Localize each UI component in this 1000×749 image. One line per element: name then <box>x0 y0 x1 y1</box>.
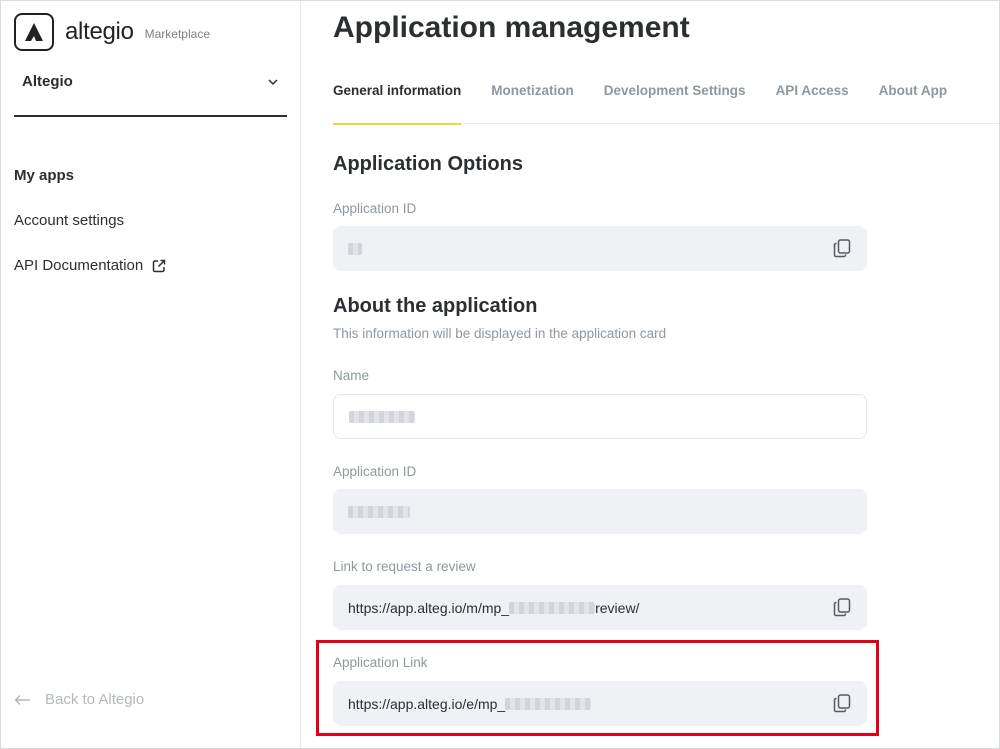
brand-logo[interactable]: altegio Marketplace <box>14 13 210 51</box>
sidebar: altegio Marketplace Altegio My apps Acco… <box>1 1 301 748</box>
review-link-prefix: https://app.alteg.io/m/mp_ <box>348 599 510 616</box>
tab-general-information[interactable]: General information <box>333 71 462 125</box>
redacted-value <box>509 601 596 614</box>
redacted-value <box>349 410 415 423</box>
brand-subtitle: Marketplace <box>144 27 210 41</box>
main-content: Application management General informati… <box>302 1 999 748</box>
sidebar-item-account-settings[interactable]: Account settings <box>14 198 167 243</box>
name-input[interactable] <box>333 394 867 439</box>
review-link-field[interactable]: https://app.alteg.io/m/mp_ review/ <box>333 585 867 630</box>
copy-icon[interactable] <box>833 239 851 261</box>
sidebar-nav: My apps Account settings API Documentati… <box>14 153 167 288</box>
tab-monetization[interactable]: Monetization <box>491 71 574 124</box>
sidebar-item-label: API Documentation <box>14 257 144 274</box>
about-app-id-label: Application ID <box>333 464 417 479</box>
tab-bar: General information Monetization Develop… <box>333 71 999 125</box>
section-subtitle-about: This information will be displayed in th… <box>333 326 667 341</box>
app-id-field[interactable] <box>333 226 867 271</box>
redacted-value <box>348 242 362 255</box>
tab-about-app[interactable]: About App <box>879 71 947 124</box>
section-title-about: About the application <box>333 295 538 317</box>
altegio-logo-icon <box>14 13 54 51</box>
company-name: Altegio <box>22 73 73 90</box>
page-title: Application management <box>333 11 690 44</box>
arrow-left-icon <box>14 694 30 705</box>
company-selector[interactable]: Altegio <box>14 61 287 117</box>
back-label: Back to Altegio <box>45 691 145 708</box>
review-link-suffix: review/ <box>595 599 640 616</box>
external-link-icon <box>153 259 166 272</box>
section-title-options: Application Options <box>333 153 523 175</box>
brand-name: altegio <box>65 18 134 45</box>
back-to-altegio-link[interactable]: Back to Altegio <box>14 691 144 708</box>
review-link-label: Link to request a review <box>333 559 476 574</box>
sidebar-item-my-apps[interactable]: My apps <box>14 153 167 198</box>
tab-development-settings[interactable]: Development Settings <box>604 71 746 124</box>
name-label: Name <box>333 368 370 383</box>
app-id-label: Application ID <box>333 201 417 216</box>
redacted-value <box>348 505 410 518</box>
chevron-down-icon <box>267 75 279 93</box>
sidebar-item-label: Account settings <box>14 212 125 229</box>
copy-icon[interactable] <box>833 598 851 620</box>
tab-api-access[interactable]: API Access <box>776 71 849 124</box>
sidebar-item-label: My apps <box>14 167 75 184</box>
sidebar-item-api-documentation[interactable]: API Documentation <box>14 243 167 288</box>
about-app-id-field[interactable] <box>333 489 867 534</box>
annotation-highlight-box <box>316 640 879 736</box>
